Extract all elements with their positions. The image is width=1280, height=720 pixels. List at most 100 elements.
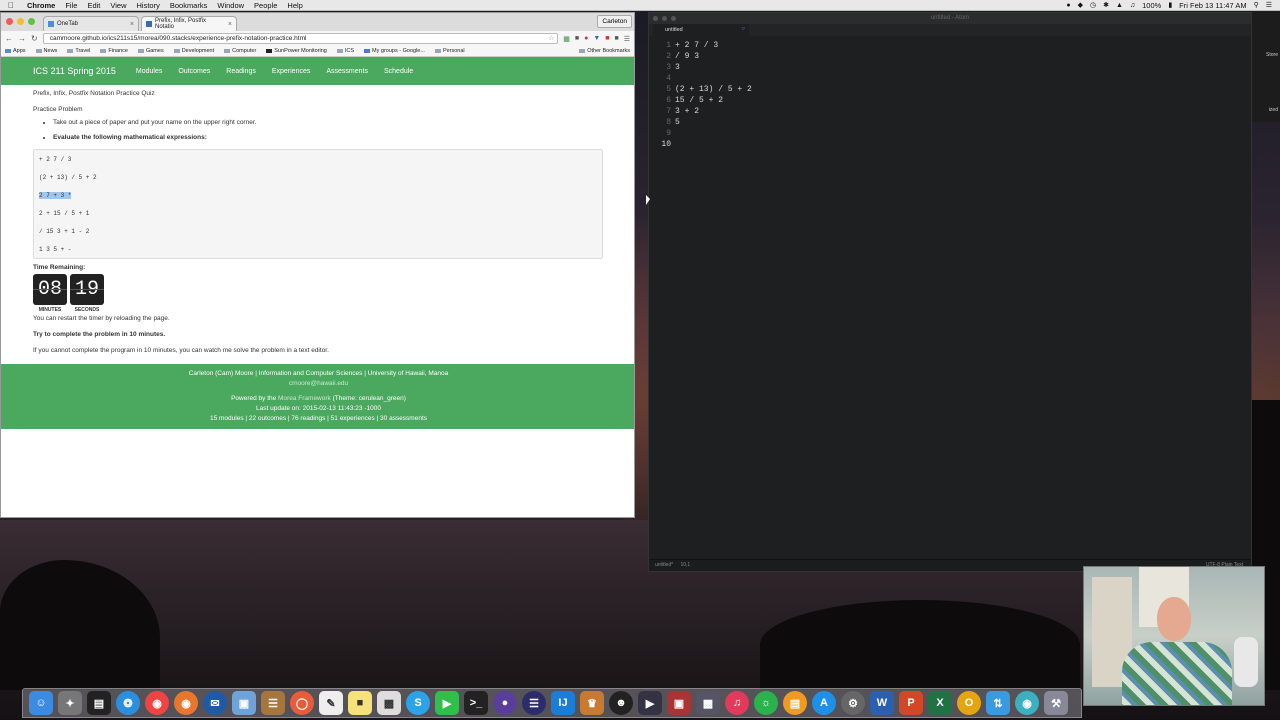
notification-center-icon[interactable]: ☰ xyxy=(1266,1,1272,9)
close-window-button[interactable] xyxy=(653,16,658,21)
code-line[interactable]: + 2 7 / 3 xyxy=(675,40,752,51)
photo-booth-icon[interactable]: ▣ xyxy=(667,691,691,715)
nav-assessments[interactable]: Assessments xyxy=(326,68,368,75)
code-line[interactable]: 3 xyxy=(675,62,752,73)
powerpoint-icon[interactable]: P xyxy=(899,691,923,715)
spotify-icon[interactable]: ☼ xyxy=(754,691,778,715)
nav-outcomes[interactable]: Outcomes xyxy=(178,68,210,75)
bookmark-folder[interactable]: Computer xyxy=(224,48,256,54)
notification-icon[interactable]: ● xyxy=(1066,2,1070,9)
bookmark-star-icon[interactable]: ☆ xyxy=(548,34,554,44)
itunes-icon[interactable]: ♫ xyxy=(725,691,749,715)
reload-icon[interactable]: ↻ xyxy=(31,34,38,43)
close-tab-icon[interactable]: × xyxy=(130,21,134,28)
nav-modules[interactable]: Modules xyxy=(136,68,162,75)
bookmark-folder[interactable]: Development xyxy=(173,48,214,54)
code-line[interactable] xyxy=(675,73,752,84)
app-store-icon[interactable]: A xyxy=(812,691,836,715)
profile-button[interactable]: Carleton xyxy=(597,15,632,28)
utilities-icon[interactable]: ⚒ xyxy=(1044,691,1068,715)
bookmark-apps[interactable]: Apps xyxy=(5,48,26,54)
menu-bookmarks[interactable]: Bookmarks xyxy=(165,1,213,10)
launchpad-icon[interactable]: ✦ xyxy=(58,691,82,715)
bookmark-folder[interactable]: ICS xyxy=(336,48,354,54)
code-line[interactable]: (2 + 13) / 5 + 2 xyxy=(675,84,752,95)
word-icon[interactable]: W xyxy=(870,691,894,715)
network-icon[interactable]: ◉ xyxy=(1015,691,1039,715)
eclipse-icon[interactable]: ● xyxy=(493,691,517,715)
intellij-icon[interactable]: IJ xyxy=(551,691,575,715)
address-bar[interactable]: cammoore.github.io/ics211s15/morea/090.s… xyxy=(42,33,559,44)
menu-view[interactable]: View xyxy=(105,1,131,10)
site-brand[interactable]: ICS 211 Spring 2015 xyxy=(33,66,116,76)
forward-icon[interactable]: → xyxy=(18,34,26,43)
menu-help[interactable]: Help xyxy=(282,1,307,10)
bookmark-folder[interactable]: Personal xyxy=(434,48,465,54)
excel-icon[interactable]: X xyxy=(928,691,952,715)
background-window-sliver[interactable]: Store ized xyxy=(1252,12,1280,122)
github-icon[interactable]: ☻ xyxy=(609,691,633,715)
other-bookmarks[interactable]: Other Bookmarks xyxy=(579,48,630,54)
extension-icon[interactable]: ■ xyxy=(614,35,618,43)
nav-experiences[interactable]: Experiences xyxy=(272,68,311,75)
tab-prefix-notation[interactable]: Prefix, Infix, Postfix Notatio × xyxy=(141,16,237,31)
chrome-menu-icon[interactable]: ☰ xyxy=(624,35,630,43)
code-line[interactable]: 5 xyxy=(675,117,752,128)
bookmark-folder[interactable]: Games xyxy=(137,48,164,54)
skype-icon[interactable]: S xyxy=(406,691,430,715)
nav-schedule[interactable]: Schedule xyxy=(384,68,413,75)
footer-email-link[interactable]: cmoore@hawaii.edu xyxy=(1,379,634,389)
modified-dot-icon[interactable]: ○ xyxy=(741,26,745,32)
menu-window[interactable]: Window xyxy=(212,1,249,10)
bookmark-folder[interactable]: Travel xyxy=(67,48,90,54)
menu-app-name[interactable]: Chrome xyxy=(22,1,60,10)
safari-icon[interactable]: ❂ xyxy=(116,691,140,715)
extension-icon[interactable]: ▦ xyxy=(563,35,570,43)
screenshot-icon[interactable]: ▩ xyxy=(696,691,720,715)
minimize-window-button[interactable] xyxy=(662,16,667,21)
bookmark-folder[interactable]: News xyxy=(35,48,57,54)
quicktime-icon[interactable]: ▶ xyxy=(638,691,662,715)
extension-icon[interactable]: ● xyxy=(584,35,588,43)
volume-icon[interactable]: ♫ xyxy=(1130,2,1135,9)
ibooks-icon[interactable]: ▤ xyxy=(783,691,807,715)
bookmark-folder[interactable]: Finance xyxy=(100,48,128,54)
spotlight-icon[interactable]: ⚲ xyxy=(1254,1,1259,9)
code-line[interactable] xyxy=(675,128,752,139)
wifi-icon[interactable]: ▲ xyxy=(1116,2,1123,9)
menu-edit[interactable]: Edit xyxy=(82,1,105,10)
bookmark-link[interactable]: My groups - Google... xyxy=(364,48,425,54)
textedit-icon[interactable]: ✎ xyxy=(319,691,343,715)
morea-link[interactable]: Morea Framework xyxy=(278,395,331,402)
menu-file[interactable]: File xyxy=(60,1,82,10)
extension-icon[interactable]: ▼ xyxy=(593,35,600,43)
finder-icon[interactable]: ☺ xyxy=(29,691,53,715)
stop-icon[interactable]: ◯ xyxy=(290,691,314,715)
close-tab-icon[interactable]: × xyxy=(228,21,232,28)
system-preferences-icon[interactable]: ⚙ xyxy=(841,691,865,715)
eclipse-alt-icon[interactable]: ☰ xyxy=(522,691,546,715)
tab-onetab[interactable]: OneTab × xyxy=(43,16,139,31)
code-line[interactable] xyxy=(675,139,752,150)
minimize-window-button[interactable] xyxy=(17,18,24,25)
preview-icon[interactable]: ▣ xyxy=(232,691,256,715)
editor-pane[interactable]: 1 2 3 4 5 6 7 8 9 10 + 2 7 / 3 / 9 3 3 (… xyxy=(649,36,1251,554)
extension-icon[interactable]: ■ xyxy=(575,35,579,43)
code-line[interactable]: 15 / 5 + 2 xyxy=(675,95,752,106)
time-machine-icon[interactable]: ◷ xyxy=(1090,1,1096,9)
preview-photos-icon[interactable]: ▩ xyxy=(377,691,401,715)
facetime-icon[interactable]: ▶ xyxy=(435,691,459,715)
firefox-icon[interactable]: ◉ xyxy=(174,691,198,715)
chrome-icon[interactable]: ◉ xyxy=(145,691,169,715)
activity-monitor-icon[interactable]: ▤ xyxy=(87,691,111,715)
close-window-button[interactable] xyxy=(6,18,13,25)
extension-icon[interactable]: ■ xyxy=(605,35,609,43)
code-line[interactable]: 3 + 2 xyxy=(675,106,752,117)
zoom-window-button[interactable] xyxy=(28,18,35,25)
clock[interactable]: Fri Feb 13 11:47 AM xyxy=(1179,1,1246,10)
notes-icon[interactable]: ☰ xyxy=(261,691,285,715)
terminal-icon[interactable]: >_ xyxy=(464,691,488,715)
sync-icon[interactable]: ⇅ xyxy=(986,691,1010,715)
menu-people[interactable]: People xyxy=(249,1,282,10)
nav-readings[interactable]: Readings xyxy=(226,68,256,75)
